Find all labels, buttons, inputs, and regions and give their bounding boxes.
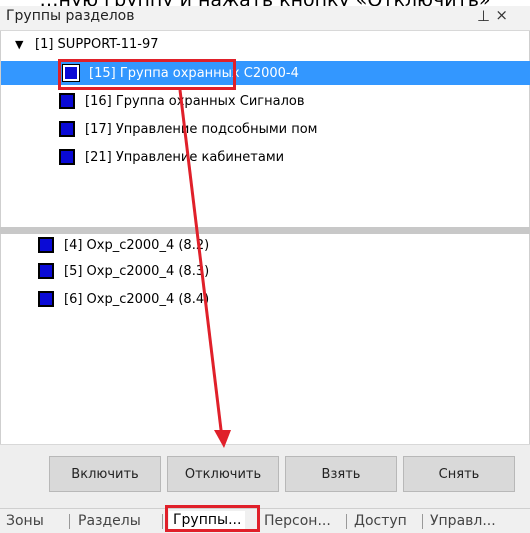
- tab-access[interactable]: Доступ: [354, 513, 407, 529]
- close-icon[interactable]: ×: [495, 6, 508, 24]
- splitter[interactable]: [0, 227, 530, 234]
- sections-list: [4] Охр_с2000_4 (8.2) [5] Охр_с2000_4 (8…: [0, 234, 530, 444]
- panel-title: Группы разделов: [6, 8, 135, 24]
- disable-button[interactable]: Отключить: [167, 456, 279, 492]
- tree-item-label: [16] Группа охранных Сигналов: [85, 93, 305, 109]
- pin-icon[interactable]: ⊥: [477, 7, 490, 25]
- list-item[interactable]: [4] Охр_с2000_4 (8.2): [38, 234, 209, 256]
- action-bar: Включить Отключить Взять Снять: [0, 444, 530, 509]
- tab-persons[interactable]: Персон...: [264, 513, 331, 529]
- highlight-selected-group: [58, 59, 236, 90]
- tab-divider: [346, 514, 347, 529]
- list-item[interactable]: [6] Охр_с2000_4 (8.4): [38, 288, 209, 310]
- remove-button[interactable]: Снять: [403, 456, 515, 492]
- tab-strip: Зоны Разделы Группы... Персон... Доступ …: [0, 508, 530, 533]
- expand-triangle-icon[interactable]: ▼: [15, 38, 35, 51]
- enable-button[interactable]: Включить: [49, 456, 161, 492]
- tree-item[interactable]: [21] Управление кабинетами: [59, 145, 284, 169]
- tree-root-label: [1] SUPPORT-11-97: [35, 37, 159, 52]
- section-icon: [38, 291, 54, 307]
- tree-item-label: [21] Управление кабинетами: [85, 149, 285, 165]
- tree-item[interactable]: [16] Группа охранных Сигналов: [59, 89, 305, 113]
- group-icon: [59, 93, 75, 109]
- tab-divider: [162, 514, 163, 529]
- section-icon: [38, 237, 54, 253]
- take-button[interactable]: Взять: [285, 456, 397, 492]
- tree-root[interactable]: ▼ [1] SUPPORT-11-97: [15, 37, 159, 52]
- panel-title-bar: Группы разделов ⊥ ×: [0, 6, 530, 31]
- list-item-label: [4] Охр_с2000_4 (8.2): [64, 237, 210, 253]
- tab-control[interactable]: Управл...: [430, 513, 496, 529]
- tab-divider: [69, 514, 70, 529]
- tree-item-label: [17] Управление подсобными пом: [85, 121, 318, 137]
- group-icon: [59, 149, 75, 165]
- list-item-label: [5] Охр_с2000_4 (8.3): [64, 263, 210, 279]
- highlight-groups-tab: [165, 505, 260, 532]
- tab-sections[interactable]: Разделы: [78, 513, 141, 529]
- tab-divider: [422, 514, 423, 529]
- tree-item[interactable]: [17] Управление подсобными пом: [59, 117, 317, 141]
- group-icon: [59, 121, 75, 137]
- tab-zones[interactable]: Зоны: [6, 513, 44, 529]
- section-icon: [38, 263, 54, 279]
- list-item[interactable]: [5] Охр_с2000_4 (8.3): [38, 260, 209, 282]
- list-item-label: [6] Охр_с2000_4 (8.4): [64, 291, 210, 307]
